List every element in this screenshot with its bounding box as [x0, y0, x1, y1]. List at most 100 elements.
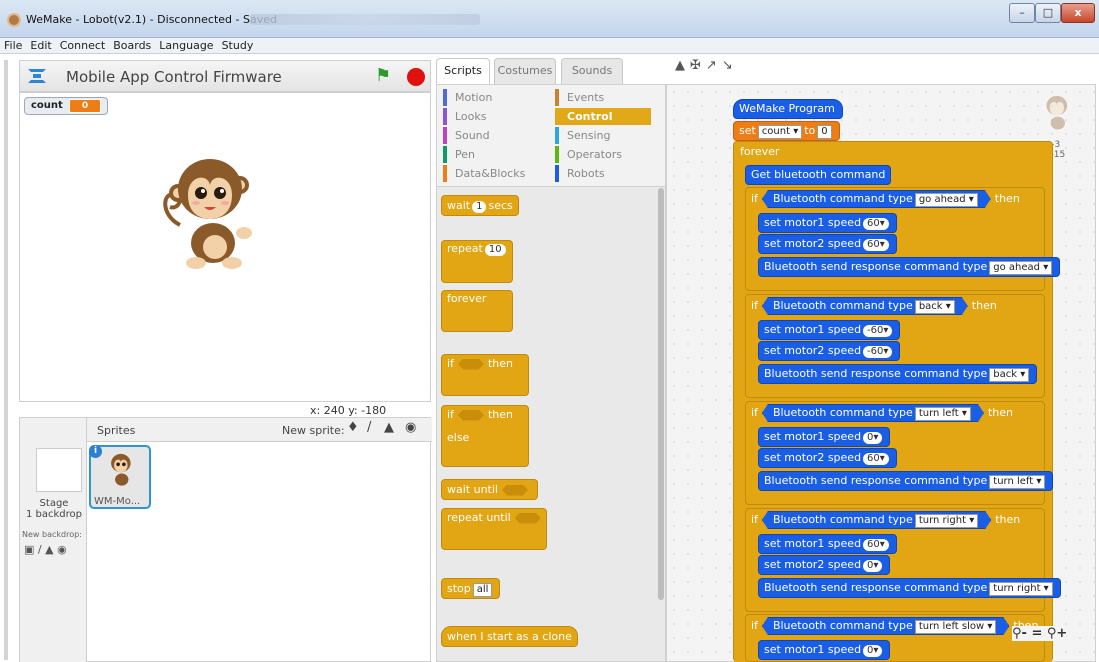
send-response-block[interactable]: Bluetooth send response command type turn…	[758, 471, 1054, 491]
tab-costumes[interactable]: Costumes	[494, 58, 556, 84]
speed-value[interactable]: 0▾	[863, 645, 883, 657]
category-data[interactable]: Data&Blocks	[443, 165, 525, 182]
set-motor-speed-block[interactable]: set motor2 speed 60▾	[758, 234, 897, 254]
left-edge-scrollbar[interactable]	[4, 60, 8, 660]
menu-edit[interactable]: Edit	[26, 38, 55, 53]
category-events[interactable]: Events	[555, 89, 604, 106]
shrink-icon[interactable]: ↘	[722, 58, 738, 73]
send-response-block[interactable]: Bluetooth send response command type turn…	[758, 578, 1061, 598]
menu-boards[interactable]: Boards	[109, 38, 155, 53]
duplicate-icon[interactable]: ▲	[675, 58, 690, 73]
menu-connect[interactable]: Connect	[56, 38, 109, 53]
repeat-value[interactable]: 10	[484, 244, 506, 256]
variable-monitor[interactable]: count 0	[24, 97, 109, 115]
set-motor-speed-block[interactable]: set motor2 speed 0▾	[758, 555, 891, 575]
category-operators[interactable]: Operators	[555, 146, 622, 163]
set-motor-speed-block[interactable]: set motor2 speed 60▾	[758, 448, 897, 468]
zoom-in-icon[interactable]: ⚲+	[1047, 626, 1067, 641]
bt-condition[interactable]: Bluetooth command type back ▾	[762, 297, 968, 315]
paint-icon[interactable]: /	[38, 543, 42, 556]
bt-condition[interactable]: Bluetooth command type turn left ▾	[762, 404, 984, 422]
palette-scrollbar[interactable]	[658, 188, 664, 600]
bt-command-dropdown[interactable]: turn right ▾	[915, 514, 978, 528]
stage-name[interactable]: Stage 1 backdrop	[22, 498, 86, 520]
speed-value[interactable]: 0▾	[863, 560, 883, 572]
bt-condition[interactable]: Bluetooth command type go ahead ▾	[762, 190, 991, 208]
camera-sprite-icon[interactable]: ◉	[405, 420, 416, 435]
category-looks[interactable]: Looks	[443, 108, 487, 125]
speed-value[interactable]: -60▾	[863, 325, 893, 337]
stage-thumbnail[interactable]	[36, 448, 82, 492]
sprite-thumbnail[interactable]: i WM-Mo...	[89, 445, 151, 509]
grow-icon[interactable]: ↗	[706, 58, 722, 73]
set-motor-speed-block[interactable]: set motor1 speed 0▾	[758, 640, 891, 660]
wait-block[interactable]: wait 1 secs	[441, 195, 519, 216]
speed-value[interactable]: 60▾	[863, 453, 889, 465]
green-flag-icon[interactable]: ⚑	[375, 65, 391, 86]
response-dropdown[interactable]: go ahead ▾	[989, 261, 1053, 275]
set-motor-speed-block[interactable]: set motor1 speed 60▾	[758, 534, 897, 554]
category-robots[interactable]: Robots	[555, 165, 605, 182]
wait-value[interactable]: 1	[472, 201, 487, 213]
speed-value[interactable]: -60▾	[863, 346, 893, 358]
project-title[interactable]: Mobile App Control Firmware	[66, 68, 282, 86]
get-bluetooth-block[interactable]: Get bluetooth command	[745, 165, 892, 185]
speed-value[interactable]: 60▾	[863, 218, 889, 230]
set-variable-block[interactable]: set count ▾ to 0	[733, 121, 840, 141]
clone-hat-block[interactable]: when I start as a clone	[441, 626, 578, 647]
bt-command-dropdown[interactable]: turn left ▾	[915, 407, 971, 421]
forever-block[interactable]: forever	[441, 290, 513, 332]
category-sensing[interactable]: Sensing	[555, 127, 610, 144]
speed-value[interactable]: 60▾	[863, 539, 889, 551]
wait-until-block[interactable]: wait until	[441, 479, 538, 500]
response-dropdown[interactable]: turn right ▾	[989, 582, 1053, 596]
menu-language[interactable]: Language	[155, 38, 217, 53]
set-motor-speed-block[interactable]: set motor1 speed 0▾	[758, 427, 891, 447]
bt-command-dropdown[interactable]: back ▾	[915, 300, 955, 314]
close-button[interactable]: x	[1061, 3, 1095, 23]
upload-icon[interactable]: ▲	[45, 543, 53, 556]
delete-icon[interactable]: ✠	[690, 58, 706, 73]
sprite-library-icon[interactable]: ♦	[347, 420, 359, 435]
menu-file[interactable]: File	[0, 38, 26, 53]
bt-command-dropdown[interactable]: turn left slow ▾	[915, 620, 997, 634]
info-icon[interactable]: i	[89, 445, 102, 458]
speed-value[interactable]: 60▾	[863, 239, 889, 251]
set-motor-speed-block[interactable]: set motor1 speed -60▾	[758, 320, 901, 340]
category-pen[interactable]: Pen	[443, 146, 475, 163]
category-sound[interactable]: Sound	[443, 127, 490, 144]
category-motion[interactable]: Motion	[443, 89, 492, 106]
menu-study[interactable]: Study	[218, 38, 258, 53]
minimize-button[interactable]: –	[1009, 3, 1035, 23]
camera-icon[interactable]: ◉	[57, 543, 67, 556]
repeat-until-block[interactable]: repeat until	[441, 508, 547, 550]
fullscreen-icon[interactable]	[28, 69, 46, 83]
backdrop-library-icon[interactable]: ▣	[24, 543, 34, 556]
maximize-button[interactable]: □	[1035, 3, 1061, 23]
set-motor-speed-block[interactable]: set motor2 speed -60▾	[758, 341, 901, 361]
stop-block[interactable]: stop all	[441, 578, 501, 599]
set-motor-speed-block[interactable]: set motor1 speed 60▾	[758, 213, 897, 233]
bt-condition[interactable]: Bluetooth command type turn left slow ▾	[762, 617, 1009, 635]
paint-sprite-icon[interactable]: /	[367, 420, 371, 435]
if-else-block[interactable]: if then else	[441, 405, 529, 467]
tab-scripts[interactable]: Scripts	[436, 58, 490, 84]
zoom-out-icon[interactable]: ⚲-	[1012, 626, 1027, 641]
monkey-sprite[interactable]	[158, 155, 263, 275]
tab-sounds[interactable]: Sounds	[561, 58, 623, 84]
wemake-program-hat[interactable]: WeMake Program	[733, 99, 843, 119]
speed-value[interactable]: 0▾	[863, 432, 883, 444]
set-value[interactable]: 0	[817, 125, 832, 139]
upload-sprite-icon[interactable]: ▲	[384, 420, 394, 435]
stop-option-dropdown[interactable]: all	[472, 583, 493, 597]
bt-condition[interactable]: Bluetooth command type turn right ▾	[762, 511, 991, 529]
response-dropdown[interactable]: back ▾	[989, 368, 1030, 382]
send-response-block[interactable]: Bluetooth send response command type go a…	[758, 257, 1061, 277]
if-then-block[interactable]: if then	[441, 354, 529, 396]
variable-dropdown[interactable]: count ▾	[757, 125, 803, 139]
stop-icon[interactable]	[407, 68, 425, 86]
zoom-reset-icon[interactable]: =	[1031, 626, 1042, 641]
response-dropdown[interactable]: turn left ▾	[989, 475, 1046, 489]
send-response-block[interactable]: Bluetooth send response command type back…	[758, 364, 1038, 384]
bt-command-dropdown[interactable]: go ahead ▾	[915, 193, 978, 207]
